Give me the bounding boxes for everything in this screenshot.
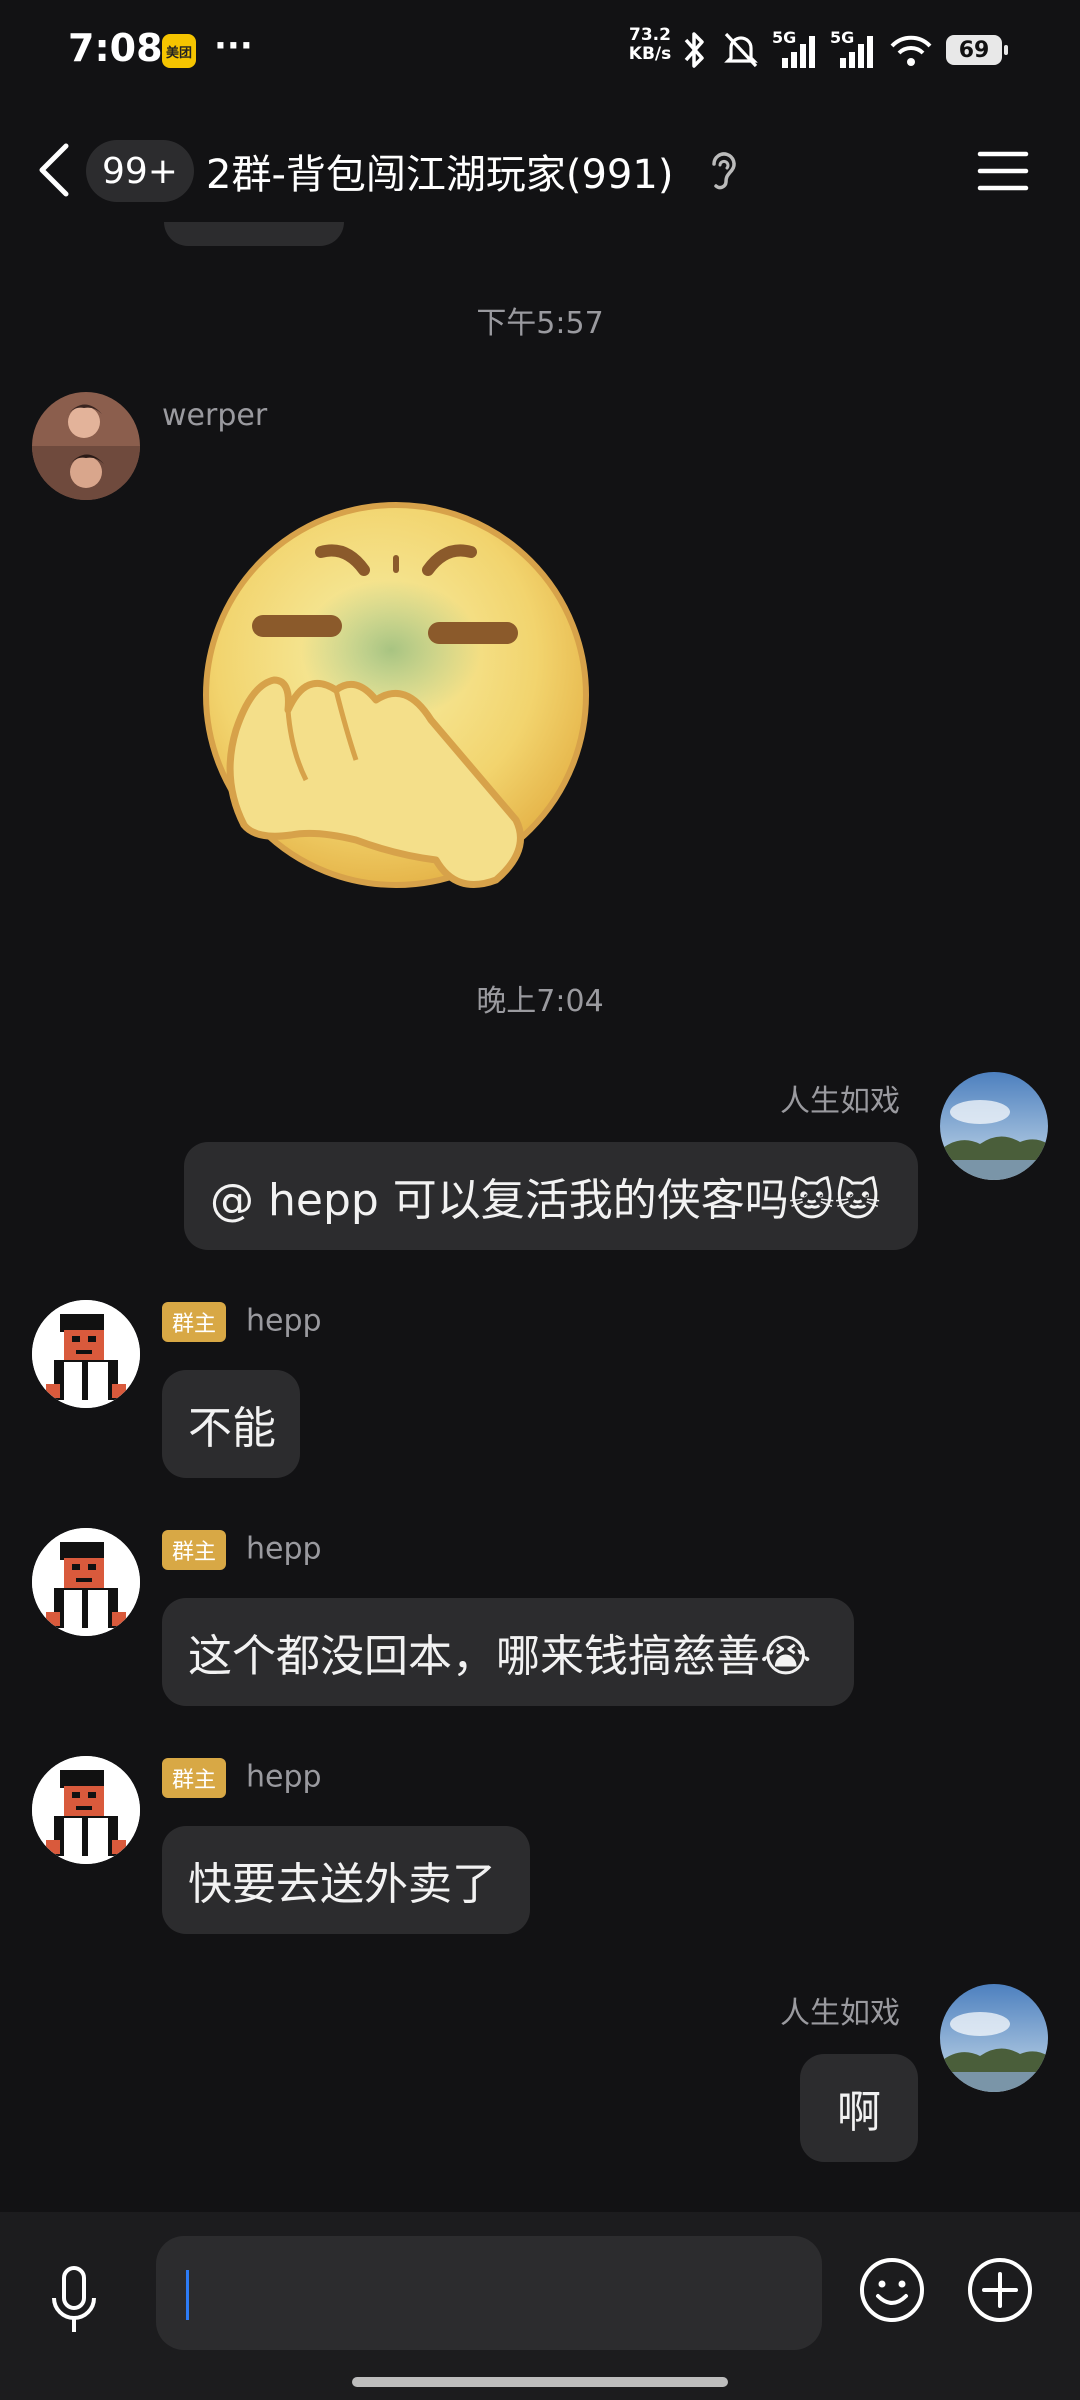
status-bar: 7:08 美团 ··· 73.2 KB/s 5G 5G 69: [0, 0, 1080, 100]
timestamp: 下午5:57: [476, 306, 604, 341]
avatar-self[interactable]: [940, 1072, 1048, 1180]
message-bubble[interactable]: @ hepp 可以复活我的侠客吗🐱🐱: [184, 1142, 918, 1250]
sender-name: hepp: [246, 1531, 322, 1567]
sticker-emoji-image[interactable]: [196, 500, 596, 900]
text-cursor: [186, 2270, 189, 2320]
bluetooth-icon: [684, 32, 704, 68]
network-speed-unit: KB/s: [628, 44, 672, 64]
message-bubble[interactable]: 快要去送外卖了: [162, 1826, 530, 1934]
sender-name: werper: [162, 398, 268, 433]
sender-line: 群主 hepp: [162, 1758, 322, 1798]
home-indicator[interactable]: [352, 2377, 728, 2387]
sender-line: 群主 hepp: [162, 1530, 322, 1570]
owner-badge: 群主: [162, 1530, 227, 1570]
message-bubble[interactable]: 这个都没回本，哪来钱搞慈善😭: [162, 1598, 854, 1706]
plus-icon[interactable]: [966, 2256, 1034, 2324]
signal-5g-2-icon: 5G: [830, 28, 876, 70]
sender-name: hepp: [246, 1759, 322, 1795]
timestamp: 晚上7:04: [476, 984, 604, 1019]
mute-bell-icon: [724, 32, 758, 68]
status-icons: 5G 5G 69: [680, 28, 1008, 72]
owner-badge: 群主: [162, 1758, 227, 1798]
more-notifications-icon: ···: [214, 26, 253, 66]
meituan-app-icon: 美团: [162, 34, 196, 68]
group-title[interactable]: 2群-背包闯江湖玩家(991): [206, 142, 673, 200]
message-input[interactable]: [156, 2236, 822, 2350]
microphone-icon[interactable]: [44, 2262, 104, 2338]
avatar-hepp[interactable]: [32, 1528, 140, 1636]
sender-name: hepp: [246, 1303, 322, 1339]
wifi-icon: [890, 35, 932, 66]
network-speed: 73.2 KB/s: [626, 26, 674, 64]
earpiece-mode-icon: [712, 152, 736, 190]
back-arrow-icon[interactable]: [30, 140, 80, 200]
sender-name: 人生如戏: [780, 1084, 900, 1119]
avatar-self[interactable]: [940, 1984, 1048, 2092]
status-time: 7:08: [68, 26, 163, 70]
sender-name: 人生如戏: [780, 1996, 900, 2031]
message-bubble[interactable]: 不能: [162, 1370, 300, 1478]
battery-indicator: 69: [946, 35, 1008, 65]
message-bubble[interactable]: 啊: [800, 2054, 918, 2162]
signal-5g-1-icon: 5G: [772, 28, 818, 70]
network-speed-value: 73.2: [629, 25, 671, 45]
menu-icon[interactable]: [976, 146, 1030, 196]
unread-count-badge[interactable]: 99+: [86, 140, 194, 202]
previous-message-bubble: [164, 222, 344, 246]
owner-badge: 群主: [162, 1302, 227, 1342]
emoji-icon[interactable]: [858, 2256, 926, 2324]
avatar-hepp[interactable]: [32, 1756, 140, 1864]
input-bar: [0, 2212, 1080, 2400]
chat-header: 99+ 2群-背包闯江湖玩家(991): [0, 120, 1080, 220]
avatar-hepp[interactable]: [32, 1300, 140, 1408]
sender-line: 群主 hepp: [162, 1302, 322, 1342]
avatar-werper[interactable]: [32, 392, 140, 500]
